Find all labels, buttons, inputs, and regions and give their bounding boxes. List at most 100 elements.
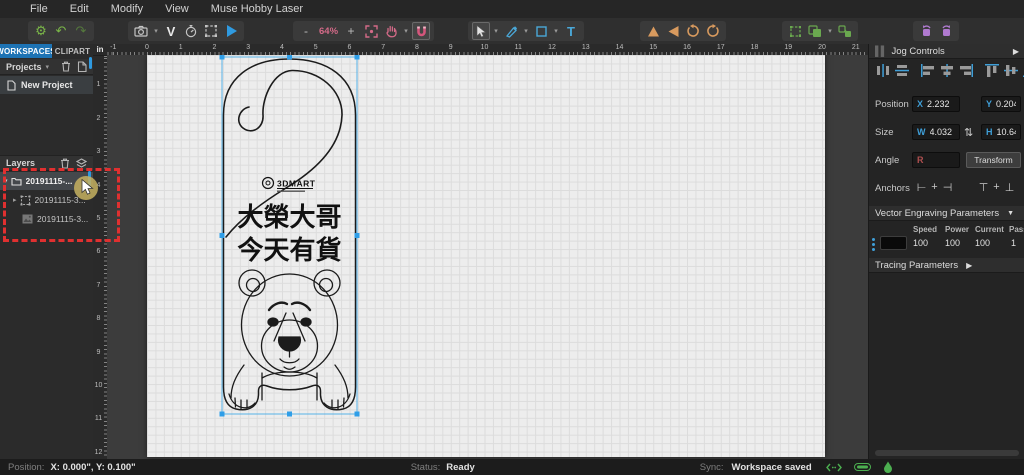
camera-icon[interactable] xyxy=(132,22,150,40)
panel-horizontal-scrollbar[interactable] xyxy=(875,450,1019,456)
zoom-out-button[interactable]: - xyxy=(297,22,315,40)
align-top-icon[interactable] xyxy=(984,63,1000,78)
tracing-params-expand-icon[interactable]: ▶ xyxy=(966,261,972,270)
layer-item-image[interactable]: 20191115-3... xyxy=(0,210,93,228)
angle-r-field[interactable]: R xyxy=(912,152,960,168)
lock-aspect-swap-icon[interactable]: ⇅ xyxy=(964,126,973,139)
param-color-swatch[interactable] xyxy=(880,236,907,250)
x-label: X xyxy=(917,99,924,109)
tab-clipart[interactable]: CLIPART xyxy=(52,44,93,58)
group-dropdown-icon[interactable]: ▾ xyxy=(826,27,834,35)
size-h-input[interactable] xyxy=(996,127,1016,137)
zoom-level-value[interactable]: 64% xyxy=(317,22,340,40)
delete-project-trash-icon[interactable] xyxy=(61,61,71,72)
transform-button[interactable]: Transform xyxy=(966,152,1021,168)
size-w-field[interactable]: W xyxy=(912,124,960,140)
menu-muse-hobby-laser[interactable]: Muse Hobby Laser xyxy=(211,3,303,15)
pen-tool-icon[interactable] xyxy=(502,22,520,40)
param-current-value[interactable]: 100 xyxy=(975,238,990,248)
size-w-input[interactable] xyxy=(929,127,955,137)
vector-mode-button[interactable]: V xyxy=(162,22,180,40)
project-item-label: New Project xyxy=(21,80,73,90)
menu-modify[interactable]: Modify xyxy=(111,3,143,15)
select-tool-icon[interactable] xyxy=(472,22,490,40)
undo-icon[interactable]: ↶ xyxy=(52,22,70,40)
perimeter-frame-icon[interactable] xyxy=(202,22,220,40)
layer-expand-icon[interactable]: ▾ xyxy=(4,177,8,185)
layer-expand-icon[interactable]: ▸ xyxy=(13,196,17,204)
menu-view[interactable]: View xyxy=(165,3,189,15)
param-row-drag-handle[interactable] xyxy=(872,238,876,251)
shape-tool-icon[interactable] xyxy=(532,22,550,40)
anchor-bottom-icon[interactable]: ⊥ xyxy=(1003,181,1016,194)
distribute-vertical-icon[interactable] xyxy=(894,63,910,78)
select-area-green-icon[interactable] xyxy=(786,22,804,40)
design-object-door-hanger[interactable]: 3DMART 大榮大哥 今天有貨 xyxy=(218,53,361,418)
select-tool-dropdown-icon[interactable]: ▾ xyxy=(492,27,500,35)
menu-file[interactable]: File xyxy=(30,3,48,15)
align-right-icon[interactable] xyxy=(958,63,974,78)
align-left-icon[interactable] xyxy=(920,63,936,78)
vector-params-collapse-icon[interactable]: ▼ xyxy=(1007,210,1014,217)
distribute-horizontal-icon[interactable] xyxy=(875,63,891,78)
layers-scrollbar[interactable] xyxy=(88,171,91,187)
snap-magnet-icon[interactable] xyxy=(412,22,431,40)
position-x-field[interactable]: X xyxy=(912,96,960,112)
canvas-area[interactable]: 3DMART 大榮大哥 今天有貨 xyxy=(107,53,868,459)
anchor-middle-icon[interactable]: + xyxy=(990,181,1003,194)
position-x-input[interactable] xyxy=(927,99,955,109)
h-ruler-number: 10 xyxy=(480,44,489,51)
redo-icon[interactable]: ↷ xyxy=(72,22,90,40)
menu-edit[interactable]: Edit xyxy=(70,3,89,15)
tab-workspaces[interactable]: WORKSPACES xyxy=(0,44,56,58)
shape-tool-dropdown-icon[interactable]: ▾ xyxy=(552,27,560,35)
angle-r-input[interactable] xyxy=(927,155,955,165)
text-tool-icon[interactable]: T xyxy=(562,22,580,40)
h-ruler-number: 5 xyxy=(313,44,318,51)
camera-dropdown-icon[interactable]: ▾ xyxy=(152,27,160,35)
run-time-icon[interactable] xyxy=(182,22,200,40)
jog-controls-label: Jog Controls xyxy=(891,45,945,57)
anchor-left-icon[interactable]: ⊢ xyxy=(915,181,928,194)
param-passes-value[interactable]: 1 xyxy=(1011,238,1016,248)
group-icon[interactable] xyxy=(806,22,824,40)
pan-hand-icon[interactable] xyxy=(382,22,400,40)
merge-layers-icon[interactable] xyxy=(76,157,87,169)
zoom-fit-icon[interactable] xyxy=(362,22,380,40)
zoom-in-button[interactable]: + xyxy=(342,22,360,40)
layer-item-group[interactable]: ▸ 20191115-3... xyxy=(0,191,93,209)
delete-layer-trash-icon[interactable] xyxy=(60,158,70,169)
jog-controls-header[interactable]: ▌▌ Jog Controls ▶ xyxy=(869,44,1024,59)
anchor-right-icon[interactable]: ⊣ xyxy=(941,181,954,194)
pan-dropdown-icon[interactable]: ▾ xyxy=(402,27,410,35)
projects-dropdown-icon[interactable]: ▾ xyxy=(46,63,50,71)
vector-params-header[interactable]: Vector Engraving Parameters ▼ xyxy=(869,206,1024,221)
ungroup-icon[interactable] xyxy=(836,22,854,40)
projects-scrollbar[interactable] xyxy=(89,57,92,69)
anchor-top-icon[interactable]: ⊤ xyxy=(977,181,990,194)
param-power-value[interactable]: 100 xyxy=(945,238,960,248)
new-project-icon[interactable] xyxy=(77,61,87,72)
align-middle-icon[interactable] xyxy=(1003,63,1019,78)
rotate-cw-icon[interactable] xyxy=(704,22,722,40)
position-y-input[interactable] xyxy=(996,99,1016,109)
jog-expand-icon[interactable]: ▶ xyxy=(1013,47,1019,56)
size-h-field[interactable]: H xyxy=(981,124,1021,140)
position-y-field[interactable]: Y xyxy=(981,96,1021,112)
flip-horizontal-icon[interactable] xyxy=(664,22,682,40)
pen-tool-dropdown-icon[interactable]: ▾ xyxy=(522,27,530,35)
param-speed-value[interactable]: 100 xyxy=(913,238,928,248)
vector-params-label: Vector Engraving Parameters xyxy=(875,207,1000,219)
project-item-new-project[interactable]: New Project xyxy=(0,76,93,94)
start-job-play-icon[interactable] xyxy=(222,22,240,40)
sync-arrows-icon xyxy=(825,463,842,472)
rotate-ccw-icon[interactable] xyxy=(684,22,702,40)
settings-gear-icon[interactable]: ⚙ xyxy=(32,22,50,40)
anchor-center-icon[interactable]: + xyxy=(928,181,941,194)
layer-item-folder[interactable]: ▾ 20191115-... xyxy=(0,172,93,190)
flip-vertical-icon[interactable] xyxy=(644,22,662,40)
tracing-params-header[interactable]: Tracing Parameters ▶ xyxy=(869,258,1024,273)
align-center-horizontal-icon[interactable] xyxy=(939,63,955,78)
copy-rotate-right-icon[interactable] xyxy=(937,22,955,40)
copy-rotate-left-icon[interactable] xyxy=(917,22,935,40)
